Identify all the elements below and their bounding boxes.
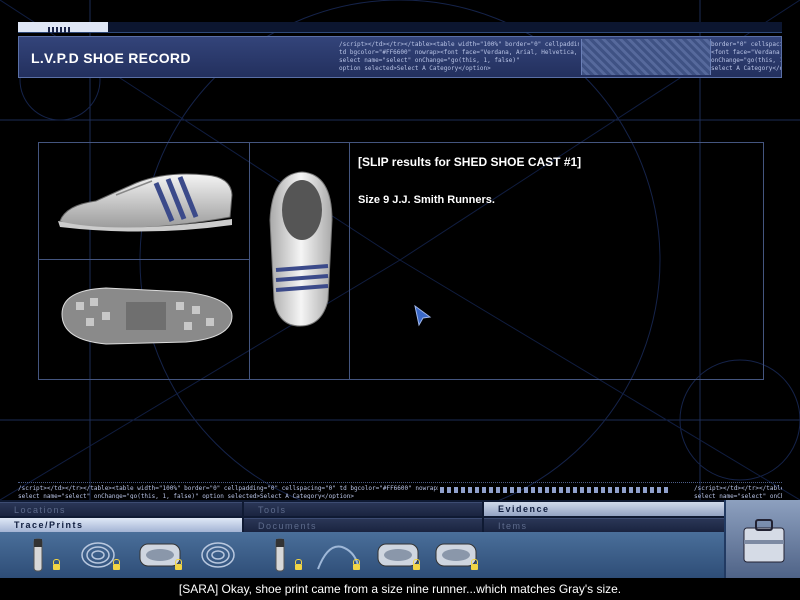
code-snippet: /script></td></tr></table><table width="… (339, 41, 579, 72)
briefcase-icon (743, 519, 785, 563)
result-text: Size 9 J.J. Smith Runners. (358, 194, 495, 206)
evidence-item[interactable] (190, 534, 246, 576)
shoe-tread-pattern-icon (581, 39, 711, 75)
tab-documents[interactable]: Documents (244, 518, 482, 532)
signal-bars-icon (48, 27, 70, 33)
code-snippet: border="0" cellspacing="0" c <font face=… (711, 41, 781, 72)
evidence-item[interactable] (70, 534, 126, 576)
result-heading: [SLIP results for SHED SHOE CAST #1] (358, 155, 582, 169)
case-file-button[interactable] (724, 500, 800, 578)
lock-icon (113, 559, 120, 570)
lock-icon (53, 559, 60, 570)
lock-icon (353, 559, 360, 570)
signal-indicator (18, 22, 108, 33)
record-header: L.V.P.D SHOE RECORD /script></td></tr></… (18, 36, 782, 78)
evidence-tray (0, 532, 724, 578)
pointer-cursor-icon (414, 305, 432, 327)
shoe-top-view-image (269, 171, 333, 327)
fingerprint-icon (201, 542, 235, 568)
evidence-item[interactable] (132, 534, 188, 576)
lock-icon (471, 559, 478, 570)
tab-evidence[interactable]: Evidence (484, 502, 724, 516)
evidence-item[interactable] (428, 534, 484, 576)
tab-tools[interactable]: Tools (244, 502, 482, 516)
shoe-side-view-image (58, 173, 233, 232)
page-title: L.V.P.D SHOE RECORD (31, 50, 191, 66)
evidence-item[interactable] (370, 534, 426, 576)
swab-vial-icon (275, 538, 285, 572)
code-snippet: /script></td></tr></table><table width="… (18, 485, 438, 499)
swab-vial-icon (33, 538, 43, 572)
evidence-item[interactable] (310, 534, 366, 576)
tab-items[interactable]: Items (484, 518, 724, 532)
shoe-sole-view-image (61, 287, 233, 345)
evidence-item[interactable] (10, 534, 66, 576)
tab-locations[interactable]: Locations (0, 502, 242, 516)
lock-icon (295, 559, 302, 570)
top-status-strip (18, 22, 782, 33)
evidence-item[interactable] (252, 534, 308, 576)
progress-dots (440, 487, 670, 493)
lock-icon (413, 559, 420, 570)
lock-icon (175, 559, 182, 570)
dialogue-caption: [SARA] Okay, shoe print came from a size… (0, 578, 800, 600)
tab-trace-prints[interactable]: Trace/Prints (0, 518, 242, 532)
code-snippet: /script></td></tr></table> select name="… (694, 485, 782, 499)
fingerprint-icon (81, 542, 115, 568)
